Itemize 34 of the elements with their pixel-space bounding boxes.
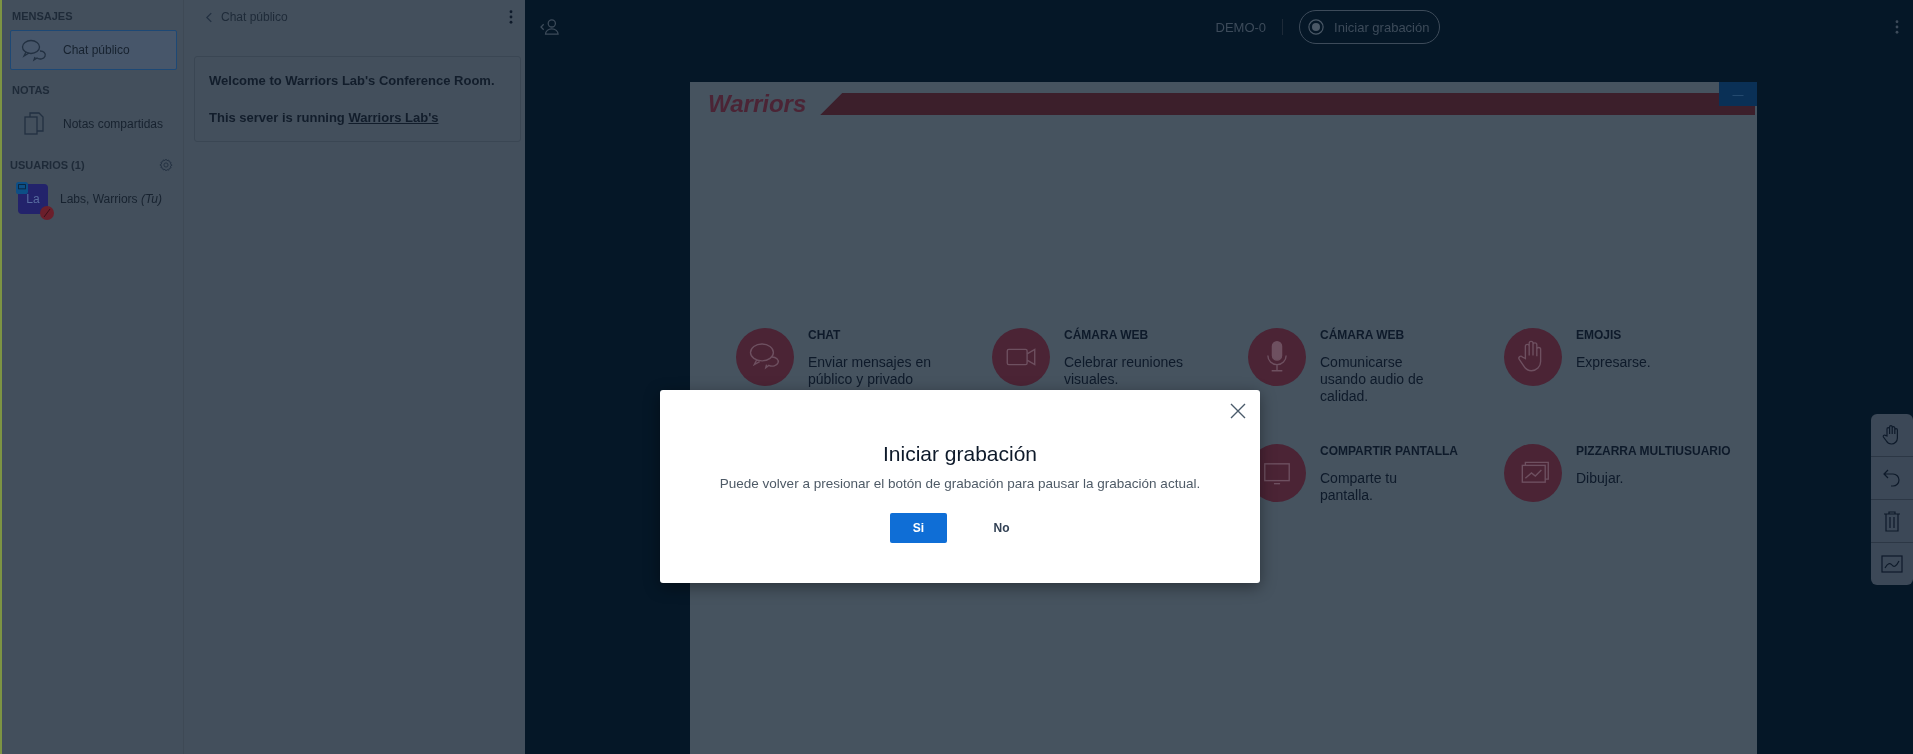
dialog-message: Puede volver a presionar el botón de grabación para pausar la grabación actual. — [719, 476, 1201, 491]
microphone-icon — [1248, 328, 1306, 386]
chevron-left-icon[interactable] — [206, 11, 213, 23]
feature-title: CHAT — [808, 328, 842, 342]
close-icon[interactable] — [1230, 403, 1246, 419]
minimize-button[interactable]: — — [1719, 82, 1757, 106]
dialog-title: Iniciar grabación — [882, 442, 1038, 466]
feature-title: PIZZARRA MULTIUSUARIO — [1576, 444, 1731, 459]
yes-button[interactable]: Si — [890, 513, 947, 543]
feature-description: Expresarse. — [1576, 354, 1652, 371]
feature-description: Dibujar. — [1576, 470, 1625, 488]
no-button[interactable]: No — [973, 513, 1030, 543]
more-options-icon[interactable] — [509, 10, 513, 24]
video-camera-icon — [992, 328, 1050, 386]
line-chart-icon[interactable] — [1880, 552, 1904, 576]
feature-description: Comparte tu pantalla. — [1320, 470, 1399, 504]
whiteboard-icon — [1504, 444, 1562, 503]
chat-bubbles-icon — [736, 328, 794, 386]
feature-title: CÁMARA WEB — [1064, 328, 1150, 342]
settings-icon[interactable] — [159, 158, 173, 172]
more-options-icon[interactable] — [1895, 20, 1899, 34]
feature-description: Celebrar reuniones visuales. — [1064, 354, 1185, 388]
feature-title: COMPARTIR PANTALLA — [1320, 444, 1458, 459]
feature-title: CÁMARA WEB — [1320, 328, 1406, 342]
feature-description: Enviar mensajes en público y privado — [808, 354, 932, 388]
feature-description: Comunicarse usando audio de calidad. — [1320, 354, 1425, 405]
feature-title: EMOJIS — [1576, 328, 1623, 342]
meeting-name: DEMO-0 — [1215, 19, 1267, 35]
hand-icon — [1504, 328, 1562, 386]
documents-icon — [21, 111, 47, 137]
user-list-toggle-icon[interactable] — [539, 18, 561, 36]
record-icon — [1308, 19, 1325, 35]
chat-bubbles-icon — [21, 37, 47, 63]
nav-item[interactable]: Chat público — [10, 30, 177, 70]
